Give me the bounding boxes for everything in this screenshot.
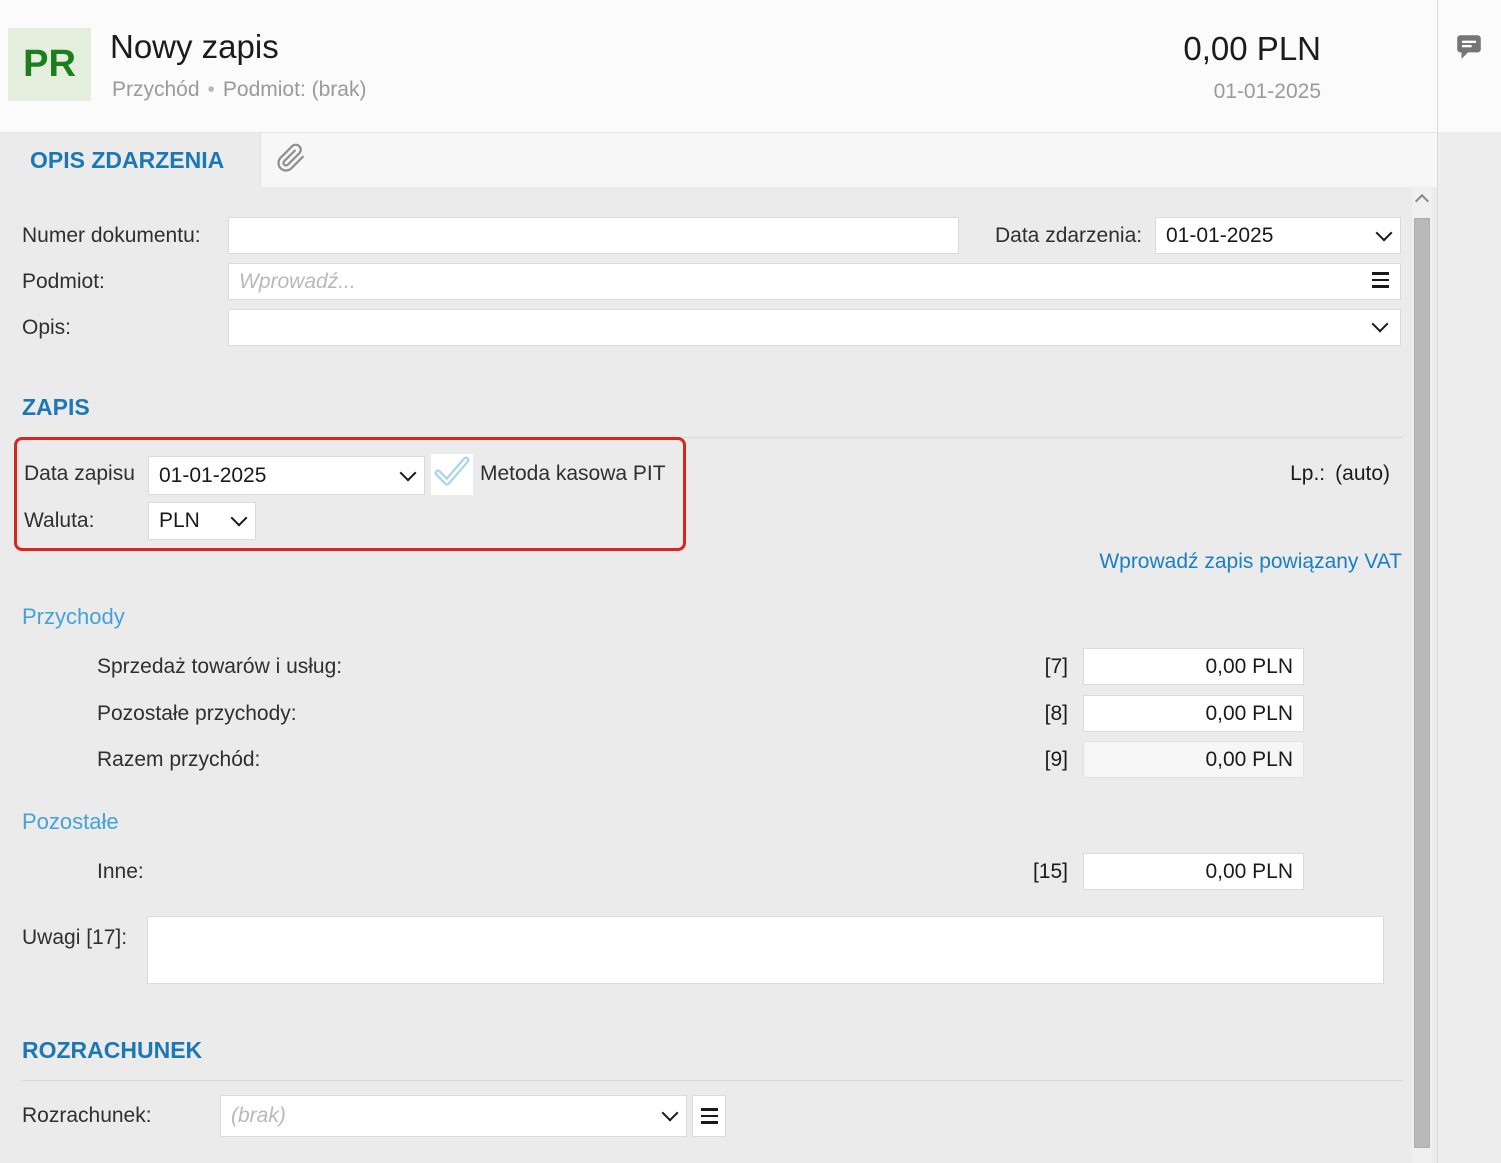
przychody-heading: Przychody [22, 604, 125, 630]
chat-icon [1454, 48, 1484, 65]
total-amount: 0,00 PLN [1183, 30, 1321, 68]
metoda-kasowa-checkbox[interactable] [431, 454, 473, 495]
data-zdarzenia-select[interactable]: 01-01-2025 [1155, 217, 1401, 254]
data-zdarzenia-label: Data zdarzenia: [995, 224, 1142, 248]
data-zapisu-select[interactable]: 01-01-2025 [148, 456, 425, 495]
data-zdarzenia-value: 01-01-2025 [1166, 224, 1378, 248]
row-ref: [9] [1028, 748, 1068, 772]
check-icon [434, 456, 470, 493]
chevron-down-icon [1376, 224, 1393, 241]
rozrachunek-heading: ROZRACHUNEK [22, 1037, 202, 1064]
row-label: Pozostałe przychody: [97, 702, 297, 726]
page-title: Nowy zapis [110, 28, 279, 66]
numer-dokumentu-label: Numer dokumentu: [22, 224, 201, 248]
chevron-down-icon [231, 510, 248, 527]
opis-label: Opis: [22, 316, 71, 340]
side-panel-header [1438, 0, 1501, 132]
data-zapisu-label: Data zapisu [24, 462, 135, 486]
lp-field: Lp.: (auto) [1290, 462, 1390, 486]
metoda-kasowa-label: Metoda kasowa PIT [480, 462, 666, 486]
entry-type-badge: PR [8, 28, 91, 101]
chevron-down-icon [400, 464, 417, 481]
row-label: Razem przychód: [97, 748, 260, 772]
podmiot-input[interactable] [228, 263, 1401, 300]
row-ref: [7] [1028, 655, 1068, 679]
menu-icon [701, 1108, 718, 1124]
divider [22, 437, 1403, 438]
side-panel [1437, 0, 1501, 1163]
lp-value: (auto) [1335, 462, 1390, 485]
lp-label: Lp.: [1290, 462, 1325, 485]
bullet-separator: • [208, 78, 215, 101]
paperclip-icon [276, 141, 306, 180]
chevron-up-icon[interactable] [1415, 194, 1429, 208]
divider [22, 1080, 1403, 1081]
numer-dokumentu-input[interactable] [228, 217, 959, 254]
uwagi-label: Uwagi [17]: [22, 926, 127, 950]
entry-type-label: Przychód [112, 78, 200, 101]
header-subtitle: Przychód • Podmiot: (brak) [112, 78, 366, 102]
tab-attachments[interactable] [261, 133, 321, 187]
chevron-down-icon [662, 1105, 679, 1122]
scrollbar-thumb[interactable] [1414, 218, 1430, 1148]
tab-strip: OPIS ZDARZENIA [0, 132, 1437, 187]
amount-input-9 [1083, 741, 1304, 778]
waluta-label: Waluta: [24, 509, 94, 533]
entity-label: Podmiot: (brak) [223, 78, 367, 101]
row-ref: [15] [1028, 860, 1068, 884]
row-label: Inne: [97, 860, 144, 884]
row-label: Sprzedaż towarów i usług: [97, 655, 342, 679]
podmiot-label: Podmiot: [22, 270, 105, 294]
opis-input[interactable] [228, 309, 1401, 346]
row-ref: [8] [1028, 702, 1068, 726]
new-entry-window: PR Nowy zapis Przychód • Podmiot: (brak) 0… [0, 0, 1501, 1163]
rozrachunek-label: Rozrachunek: [22, 1104, 152, 1128]
uwagi-textarea[interactable] [147, 916, 1384, 984]
menu-icon[interactable] [1372, 272, 1389, 288]
amount-input-15[interactable] [1083, 853, 1304, 890]
comments-button[interactable] [1454, 31, 1484, 61]
amount-input-7[interactable] [1083, 648, 1304, 685]
rozrachunek-list-button[interactable] [692, 1095, 726, 1137]
amount-input-8[interactable] [1083, 695, 1304, 732]
pozostale-heading: Pozostałe [22, 809, 119, 835]
vat-link[interactable]: Wprowadź zapis powiązany VAT [1099, 550, 1402, 574]
header-date: 01-01-2025 [1214, 80, 1321, 104]
waluta-select[interactable]: PLN [148, 502, 256, 540]
vertical-scrollbar[interactable] [1412, 186, 1432, 1163]
header: PR Nowy zapis Przychód • Podmiot: (brak) 0… [0, 0, 1437, 133]
rozrachunek-select[interactable]: (brak) [220, 1095, 687, 1137]
tab-opis-zdarzenia[interactable]: OPIS ZDARZENIA [0, 133, 261, 187]
zapis-heading: ZAPIS [22, 394, 90, 421]
rozrachunek-placeholder: (brak) [231, 1104, 664, 1128]
waluta-value: PLN [159, 509, 233, 533]
data-zapisu-value: 01-01-2025 [159, 464, 402, 488]
